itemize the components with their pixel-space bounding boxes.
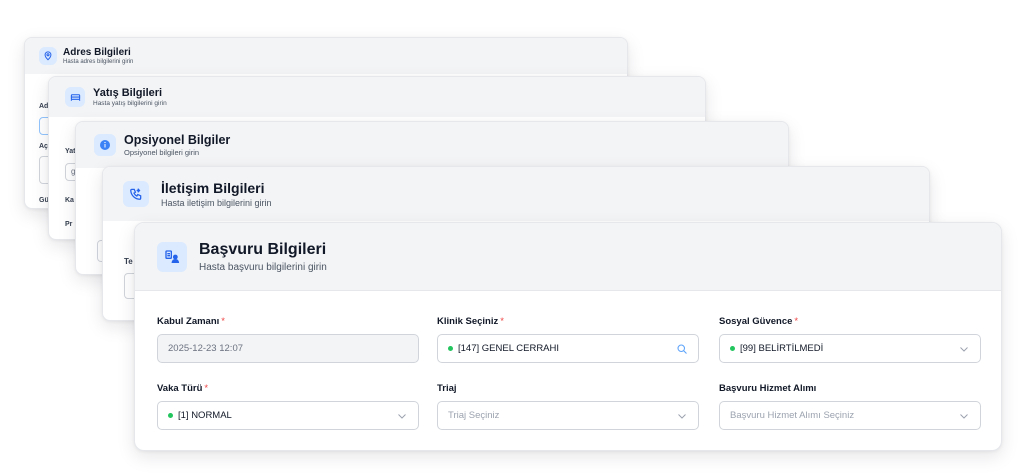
application-section-subtitle: Hasta başvuru bilgilerini girin: [199, 261, 327, 273]
service-purchase-select[interactable]: Başvuru Hizmet Alımı Seçiniz: [719, 401, 981, 430]
required-mark: *: [204, 383, 209, 394]
admission-time-label: Kabul Zamanı *: [157, 316, 419, 328]
field-triage: Triaj Triaj Seçiniz: [437, 383, 699, 430]
address-desc-label: Aç: [39, 143, 48, 150]
bed-icon: [65, 87, 85, 107]
social-security-select[interactable]: [99] BELİRTİLMEDİ: [719, 334, 981, 363]
field-social-security: Sosyal Güvence * [99] BELİRTİLMEDİ: [719, 316, 981, 363]
id-card-icon: [157, 241, 187, 272]
admission-pr-label: Pr: [65, 221, 73, 228]
case-type-select[interactable]: [1] NORMAL: [157, 401, 419, 430]
required-mark: *: [221, 316, 225, 327]
field-case-type: Vaka Türü * [1] NORMAL: [157, 383, 419, 430]
case-type-value: [1] NORMAL: [178, 410, 232, 421]
field-admission-time: Kabul Zamanı * 2025-12-23 12:07: [157, 316, 419, 363]
clinic-label-text: Klinik Seçiniz: [437, 316, 499, 327]
info-icon: [94, 134, 116, 156]
clinic-select[interactable]: [147] GENEL CERRAHI: [437, 334, 699, 363]
admission-field-label: Yat: [65, 148, 76, 155]
admission-time-value: 2025-12-23 12:07: [168, 343, 244, 354]
field-service-purchase: Başvuru Hizmet Alımı Başvuru Hizmet Alım…: [719, 383, 981, 430]
chevron-down-icon[interactable]: [676, 410, 688, 422]
phone-icon: [123, 181, 149, 207]
contact-section-subtitle: Hasta iletişim bilgilerini girin: [161, 198, 272, 208]
case-type-label-text: Vaka Türü: [157, 383, 203, 394]
address-section-title: Adres Bilgileri: [63, 47, 131, 58]
status-dot: [168, 413, 173, 418]
clinic-value: [147] GENEL CERRAHI: [458, 343, 560, 354]
admission-section-title: Yatış Bilgileri: [93, 87, 163, 99]
clinic-label: Klinik Seçiniz *: [437, 316, 699, 328]
map-pin-icon: [39, 47, 57, 65]
triage-select[interactable]: Triaj Seçiniz: [437, 401, 699, 430]
optional-section-title: Opsiyonel Bilgiler: [124, 133, 231, 147]
social-security-value: [99] BELİRTİLMEDİ: [740, 343, 824, 354]
case-type-label: Vaka Türü *: [157, 383, 419, 395]
service-purchase-placeholder: Başvuru Hizmet Alımı Seçiniz: [730, 410, 855, 421]
contact-phone-label: Te: [124, 257, 133, 266]
address-field-label: Ad: [39, 103, 49, 110]
chevron-down-icon[interactable]: [958, 343, 970, 355]
application-section-header[interactable]: Başvuru Bilgileri Hasta başvuru bilgiler…: [135, 223, 1001, 291]
chevron-down-icon[interactable]: [958, 410, 970, 422]
application-section-title: Başvuru Bilgileri: [199, 240, 327, 258]
chevron-down-icon[interactable]: [396, 410, 408, 422]
optional-section-header[interactable]: Opsiyonel Bilgiler Opsiyonel bilgileri g…: [76, 122, 788, 168]
field-clinic: Klinik Seçiniz * [147] GENEL CERRAHI: [437, 316, 699, 363]
admission-time-input[interactable]: 2025-12-23 12:07: [157, 334, 419, 363]
status-dot: [448, 346, 453, 351]
admission-kat-label: Ka: [65, 197, 74, 204]
required-mark: *: [500, 316, 504, 327]
admission-section-subtitle: Hasta yatış bilgilerini girin: [93, 100, 167, 107]
address-section-header[interactable]: Adres Bilgileri Hasta adres bilgilerini …: [25, 38, 627, 74]
optional-section-subtitle: Opsiyonel bilgileri girin: [124, 148, 200, 157]
contact-section-header[interactable]: İletişim Bilgileri Hasta iletişim bilgil…: [103, 167, 929, 221]
application-section-card: Başvuru Bilgileri Hasta başvuru bilgiler…: [134, 222, 1002, 451]
admission-section-header[interactable]: Yatış Bilgileri Hasta yatış bilgilerini …: [49, 77, 705, 117]
contact-section-title: İletişim Bilgileri: [161, 180, 265, 196]
triage-placeholder: Triaj Seçiniz: [448, 410, 500, 421]
search-icon[interactable]: [676, 343, 688, 355]
status-dot: [730, 346, 735, 351]
social-security-label-text: Sosyal Güvence: [719, 316, 793, 327]
admission-time-label-text: Kabul Zamanı: [157, 316, 220, 327]
address-section-subtitle: Hasta adres bilgilerini girin: [63, 59, 134, 65]
required-mark: *: [794, 316, 799, 327]
social-security-label: Sosyal Güvence *: [719, 316, 981, 328]
triage-label: Triaj: [437, 383, 457, 394]
service-purchase-label: Başvuru Hizmet Alımı: [719, 383, 817, 394]
